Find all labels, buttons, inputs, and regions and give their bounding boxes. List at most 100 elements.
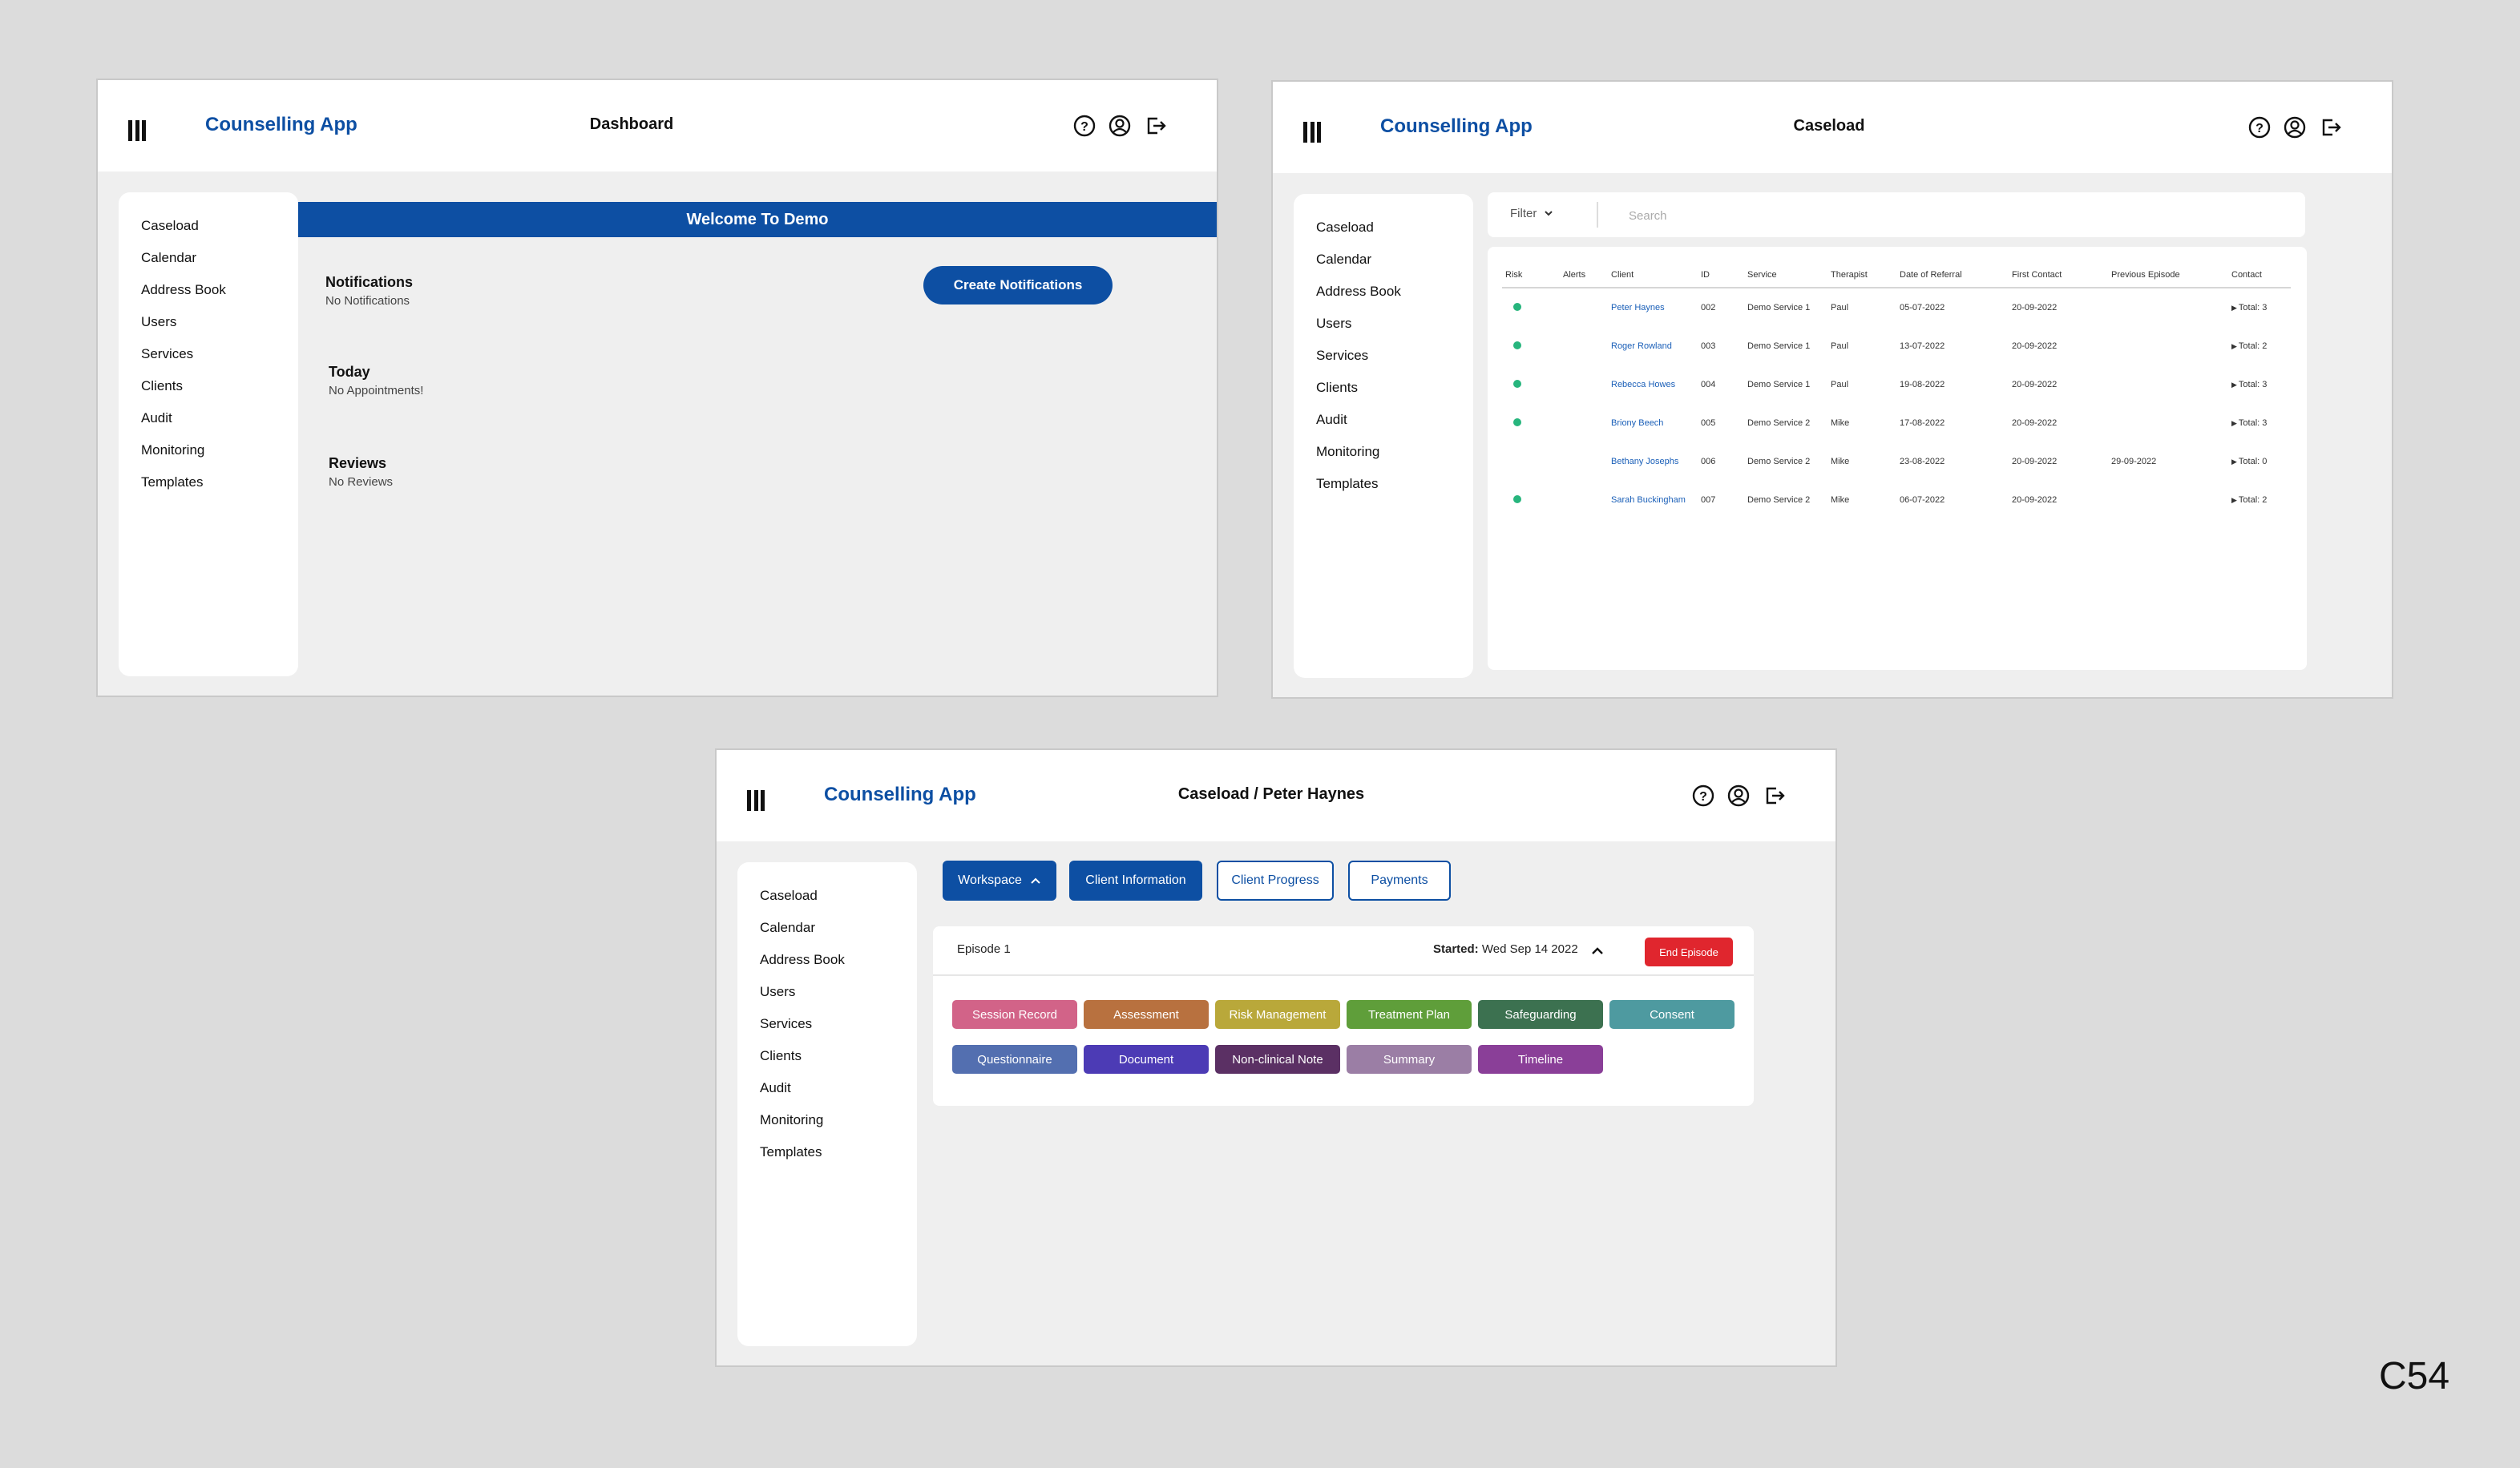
help-icon[interactable]: ? [1072,114,1096,138]
risk-management-button[interactable]: Risk Management [1215,1000,1340,1029]
user-account-icon[interactable] [2283,115,2307,139]
column-header-contact[interactable]: Contact [2228,263,2291,288]
table-row[interactable]: Briony Beech 005 Demo Service 2 Mike 17-08-2… [1502,404,2291,442]
column-header-client[interactable]: Client [1608,263,1698,288]
column-header-risk[interactable]: Risk [1502,263,1560,288]
consent-button[interactable]: Consent [1609,1000,1735,1029]
document-button[interactable]: Document [1084,1045,1209,1074]
sidebar-item-address-book[interactable]: Address Book [1316,276,1473,308]
column-header-first-contact[interactable]: First Contact [2009,263,2108,288]
table-row[interactable]: Rebecca Howes 004 Demo Service 1 Paul 19-08-… [1502,365,2291,404]
therapist-cell: Paul [1831,341,1849,351]
questionnaire-button[interactable]: Questionnaire [952,1045,1077,1074]
user-account-icon[interactable] [1726,784,1751,808]
client-link[interactable]: Sarah Buckingham [1611,495,1686,505]
logout-icon[interactable] [1762,784,1786,808]
sidebar-item-monitoring[interactable]: Monitoring [141,434,298,466]
sidebar-item-users[interactable]: Users [141,306,298,338]
table-header-row: Risk Alerts Client ID Service Therapist … [1502,263,2291,288]
column-header-alerts[interactable]: Alerts [1560,263,1608,288]
alerts-cell [1560,327,1608,365]
client-link[interactable]: Bethany Josephs [1611,457,1678,466]
id-cell: 004 [1701,380,1716,389]
tab-workspace[interactable]: Workspace [943,861,1056,901]
sidebar-item-templates[interactable]: Templates [1316,468,1473,500]
assessment-button[interactable]: Assessment [1084,1000,1209,1029]
treatment-plan-button[interactable]: Treatment Plan [1347,1000,1472,1029]
column-header-id[interactable]: ID [1698,263,1744,288]
expand-triangle-icon[interactable]: ▶ [2231,304,2237,312]
sidebar-item-users[interactable]: Users [1316,308,1473,340]
sidebar-item-clients[interactable]: Clients [141,370,298,402]
column-header-service[interactable]: Service [1744,263,1827,288]
tab-client-progress[interactable]: Client Progress [1217,861,1334,901]
sidebar-item-templates[interactable]: Templates [760,1136,917,1168]
sidebar-item-calendar[interactable]: Calendar [1316,244,1473,276]
table-row[interactable]: Bethany Josephs 006 Demo Service 2 Mike 23-0… [1502,442,2291,481]
contact-cell[interactable]: ▶ Total: 0 [2228,442,2291,481]
sidebar-item-calendar[interactable]: Calendar [760,912,917,944]
search-input[interactable] [1627,200,2288,231]
sidebar-item-audit[interactable]: Audit [760,1072,917,1104]
safeguarding-button[interactable]: Safeguarding [1478,1000,1603,1029]
sidebar-item-clients[interactable]: Clients [1316,372,1473,404]
help-icon[interactable]: ? [2247,115,2272,139]
tab-payments[interactable]: Payments [1348,861,1451,901]
end-episode-button[interactable]: End Episode [1645,938,1733,966]
timeline-button[interactable]: Timeline [1478,1045,1603,1074]
sidebar-item-caseload[interactable]: Caseload [1316,212,1473,244]
today-section: Today No Appointments! [329,364,423,397]
column-header-previous-episode[interactable]: Previous Episode [2108,263,2228,288]
client-link[interactable]: Rebecca Howes [1611,380,1675,389]
expand-triangle-icon[interactable]: ▶ [2231,458,2237,466]
sidebar-item-caseload[interactable]: Caseload [141,210,298,242]
previous-episode-cell [2108,327,2228,365]
sidebar-item-audit[interactable]: Audit [1316,404,1473,436]
service-cell: Demo Service 1 [1747,380,1811,389]
tab-client-information[interactable]: Client Information [1069,861,1202,901]
sidebar-item-caseload[interactable]: Caseload [760,880,917,912]
client-link[interactable]: Briony Beech [1611,418,1663,428]
risk-cell [1502,481,1560,519]
sidebar-item-monitoring[interactable]: Monitoring [1316,436,1473,468]
sidebar-item-calendar[interactable]: Calendar [141,242,298,274]
id-cell: 007 [1701,495,1716,505]
client-link[interactable]: Roger Rowland [1611,341,1672,351]
session-record-button[interactable]: Session Record [952,1000,1077,1029]
sidebar-item-users[interactable]: Users [760,976,917,1008]
sidebar-item-clients[interactable]: Clients [760,1040,917,1072]
column-header-therapist[interactable]: Therapist [1827,263,1896,288]
user-account-icon[interactable] [1108,114,1132,138]
sidebar-item-address-book[interactable]: Address Book [141,274,298,306]
contact-cell[interactable]: ▶ Total: 2 [2228,481,2291,519]
contact-cell[interactable]: ▶ Total: 3 [2228,404,2291,442]
sidebar-item-address-book[interactable]: Address Book [760,944,917,976]
service-cell: Demo Service 2 [1747,418,1811,428]
table-row[interactable]: Roger Rowland 003 Demo Service 1 Paul 13-07-… [1502,327,2291,365]
expand-triangle-icon[interactable]: ▶ [2231,381,2237,389]
logout-icon[interactable] [1143,114,1167,138]
chevron-up-icon[interactable] [1589,942,1606,960]
summary-button[interactable]: Summary [1347,1045,1472,1074]
expand-triangle-icon[interactable]: ▶ [2231,496,2237,504]
logout-icon[interactable] [2318,115,2342,139]
expand-triangle-icon[interactable]: ▶ [2231,342,2237,350]
contact-cell[interactable]: ▶ Total: 3 [2228,288,2291,327]
sidebar-item-services[interactable]: Services [1316,340,1473,372]
column-header-date-of-referral[interactable]: Date of Referral [1896,263,2009,288]
table-row[interactable]: Sarah Buckingham 007 Demo Service 2 Mike 06-… [1502,481,2291,519]
non-clinical-note-button[interactable]: Non-clinical Note [1215,1045,1340,1074]
table-row[interactable]: Peter Haynes 002 Demo Service 1 Paul 05-07-2… [1502,288,2291,327]
sidebar-item-templates[interactable]: Templates [141,466,298,498]
sidebar-item-monitoring[interactable]: Monitoring [760,1104,917,1136]
filter-dropdown[interactable]: Filter [1510,207,1553,220]
client-link[interactable]: Peter Haynes [1611,303,1665,313]
contact-cell[interactable]: ▶ Total: 2 [2228,327,2291,365]
sidebar-item-audit[interactable]: Audit [141,402,298,434]
expand-triangle-icon[interactable]: ▶ [2231,419,2237,427]
sidebar-item-services[interactable]: Services [141,338,298,370]
help-icon[interactable]: ? [1691,784,1715,808]
create-notifications-button[interactable]: Create Notifications [923,266,1113,304]
contact-cell[interactable]: ▶ Total: 3 [2228,365,2291,404]
sidebar-item-services[interactable]: Services [760,1008,917,1040]
